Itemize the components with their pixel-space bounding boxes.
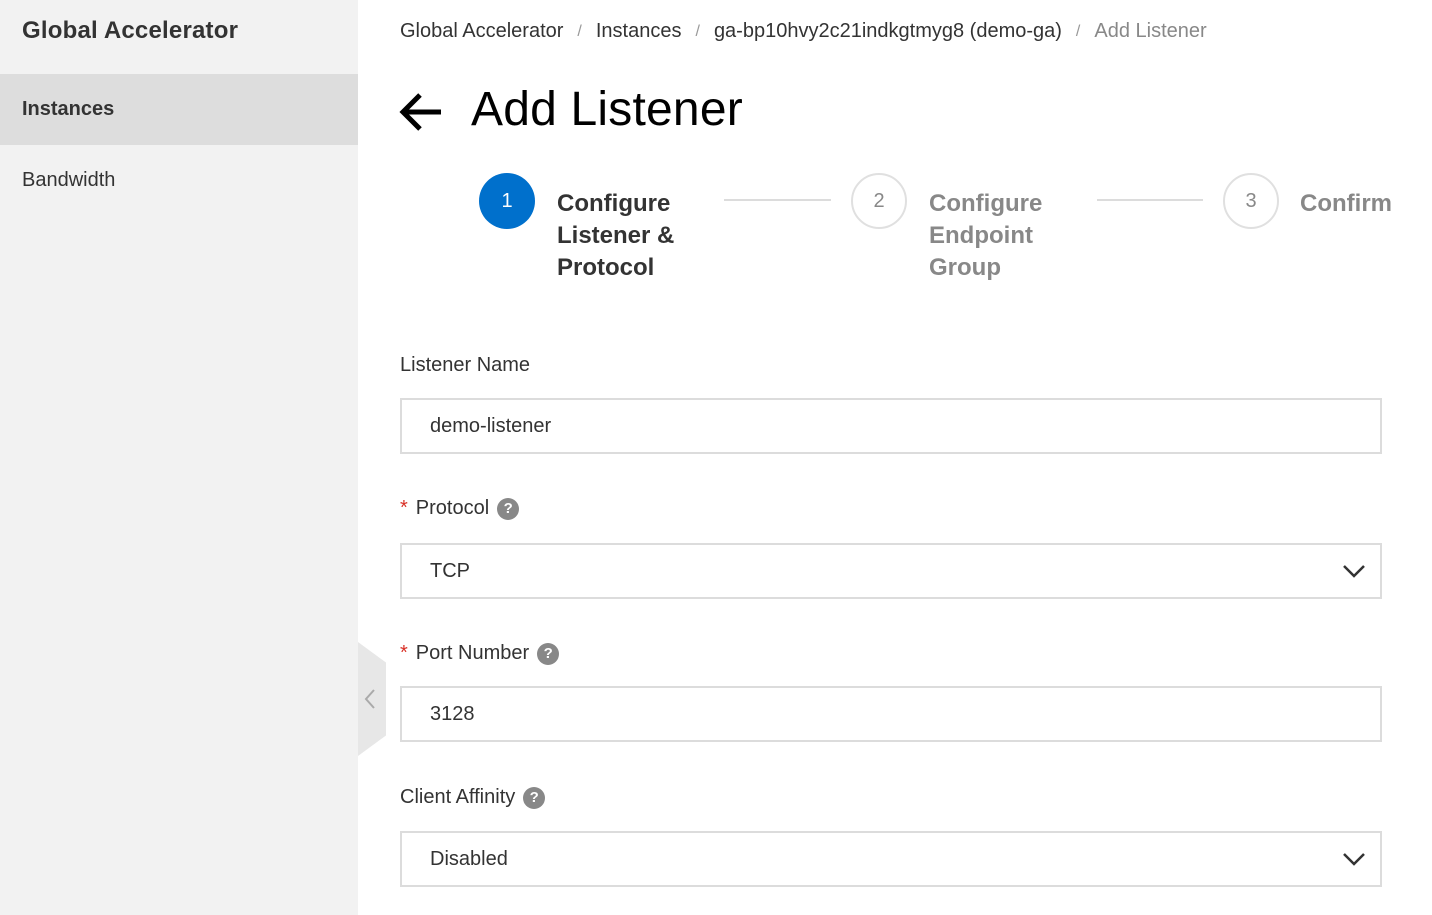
arrow-left-icon [399, 93, 441, 131]
help-icon[interactable]: ? [537, 642, 560, 665]
required-marker: * [400, 642, 408, 664]
sidebar-item-label: Bandwidth [22, 169, 116, 191]
help-icon[interactable]: ? [523, 786, 546, 809]
breadcrumb-instances[interactable]: Instances [596, 20, 682, 43]
back-button[interactable] [398, 90, 444, 134]
chevron-down-icon [1343, 853, 1365, 866]
sidebar-item-instances[interactable]: Instances [0, 74, 358, 145]
step-2-label: Configure Endpoint Group [929, 190, 1043, 281]
sidebar-item-bandwidth[interactable]: Bandwidth [0, 145, 358, 216]
sidebar-title: Global Accelerator [22, 17, 239, 44]
page-title: Add Listener [471, 83, 743, 136]
protocol-selected-value: TCP [430, 559, 470, 582]
breadcrumb-instance-id[interactable]: ga-bp10hvy2c21indkgtmyg8 (demo-ga) [714, 20, 1062, 43]
breadcrumb-separator: / [695, 22, 700, 40]
listener-name-label: Listener Name [400, 354, 531, 376]
listener-name-input[interactable] [430, 414, 1380, 438]
step-connector [1097, 199, 1203, 201]
step-3-label: Confirm [1300, 190, 1392, 217]
sidebar: Global Accelerator Instances Bandwidth [0, 0, 358, 915]
breadcrumb-global-accelerator[interactable]: Global Accelerator [400, 20, 563, 43]
sidebar-item-label: Instances [22, 98, 115, 120]
chevron-down-icon [1343, 565, 1365, 578]
client-affinity-select[interactable]: Disabled [400, 831, 1382, 887]
breadcrumb: Global Accelerator / Instances / ga-bp10… [400, 20, 1207, 43]
port-number-input[interactable] [430, 702, 1380, 726]
port-number-field[interactable] [400, 686, 1382, 742]
sidebar-collapse-handle[interactable] [358, 642, 386, 756]
chevron-left-icon [364, 689, 375, 709]
client-affinity-selected-value: Disabled [430, 847, 508, 870]
step-3-circle: 3 [1223, 173, 1279, 229]
port-number-label: * Port Number ? [400, 642, 560, 665]
client-affinity-label: Client Affinity ? [400, 786, 546, 809]
protocol-select[interactable]: TCP [400, 543, 1382, 599]
step-connector [724, 199, 831, 201]
step-1-label: Configure Listener & Protocol [557, 190, 675, 281]
step-1-circle: 1 [479, 173, 535, 229]
required-marker: * [400, 497, 408, 519]
step-2-circle: 2 [851, 173, 907, 229]
help-icon[interactable]: ? [497, 497, 520, 520]
breadcrumb-current: Add Listener [1094, 20, 1207, 42]
breadcrumb-separator: / [1075, 22, 1081, 40]
protocol-label: * Protocol ? [400, 497, 520, 520]
listener-name-field[interactable] [400, 398, 1382, 454]
breadcrumb-separator: / [577, 22, 582, 40]
